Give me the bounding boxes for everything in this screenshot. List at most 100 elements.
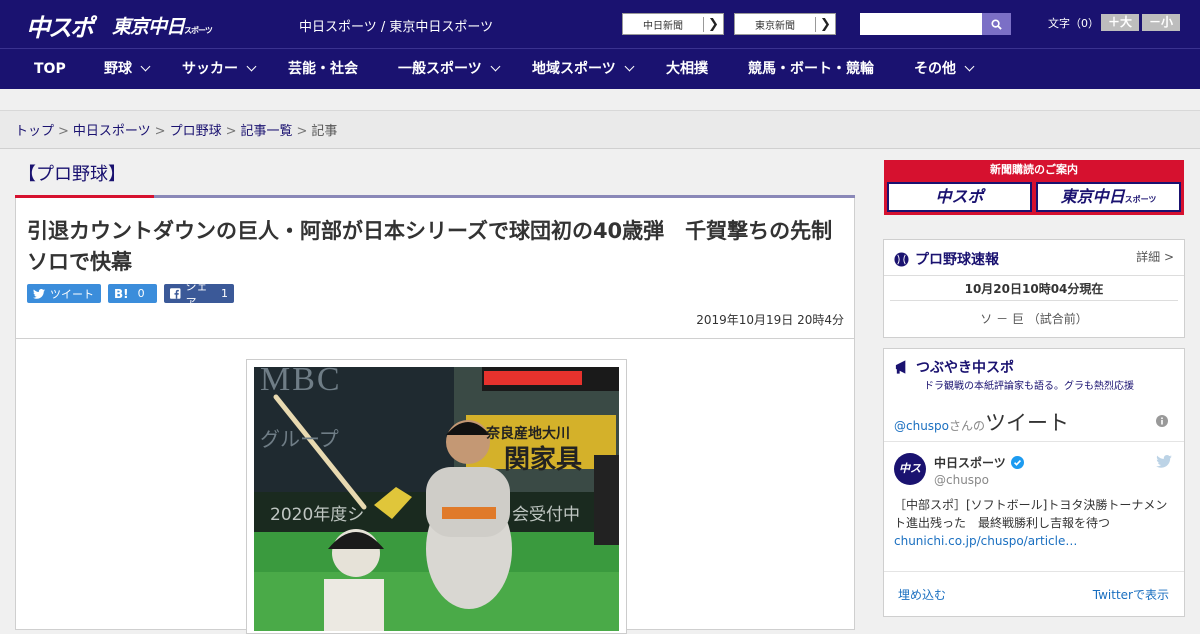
avatar[interactable]: 中スポ [894,453,926,507]
nav-item-regional-sports[interactable]: 地域スポーツ [532,49,635,90]
font-size-label: 文字（0） [1048,17,1099,30]
nav-item-baseball[interactable]: 野球 [104,49,151,90]
photo-sign-text: 会受付中 [512,505,580,525]
hatena-bookmark-button[interactable]: B! 0 [108,284,157,303]
nav-label: TOP [34,61,66,77]
twitter-bird-icon[interactable] [1156,455,1172,468]
nav-item-general-sports[interactable]: 一般スポーツ [398,49,501,90]
nav-label: 野球 [104,61,132,77]
breadcrumb-separator: > [154,124,166,139]
breadcrumb-separator: > [296,124,308,139]
breadcrumb-current: 記事 [311,124,338,139]
breadcrumb-pro-baseball[interactable]: プロ野球 [170,124,222,139]
view-on-twitter-link[interactable]: Twitterで表示 [1093,586,1169,603]
verified-badge-icon [1010,456,1024,469]
tweets-title: つぶやき中スポ [916,360,1014,376]
search-button[interactable] [982,13,1011,35]
facebook-share-button[interactable]: シェア 1 [164,280,234,309]
breadcrumb-top[interactable]: トップ [15,124,54,139]
font-larger-button[interactable]: ＋大 [1101,14,1139,31]
hatena-icon: B! [114,286,129,301]
search-box [860,13,1011,35]
tweets-header: つぶやき中スポ [894,357,1014,377]
nav-label: 芸能・社会 [288,61,358,77]
subscribe-chuspo-button[interactable]: 中スポ [887,182,1032,212]
timeline-handle[interactable]: @chuspo [894,419,949,433]
nav-label: 競馬・ボート・競輪 [748,61,874,77]
facebook-icon [170,288,181,299]
article-card: 引退カウントダウンの巨人・阿部が日本シリーズで球団初の40歳弾 千賀撃ちの先制ソ… [15,198,855,634]
subscribe-tokyo-label: 東京中日 [1060,187,1125,206]
font-smaller-button[interactable]: －小 [1142,14,1180,31]
chunichi-shimbun-link[interactable]: 中日新聞 ❯ [622,13,724,35]
tweet-link[interactable]: chunichi.co.jp/chuspo/article… [894,534,1077,548]
baseball-scores-title: プロ野球速報 [915,252,999,268]
tweet-author-name: 中日スポーツ [934,456,1006,470]
logo-tokyo-text: 東京中日 [112,16,185,38]
panel-divider [884,275,1184,276]
ad-band [0,89,1200,111]
article-divider [16,338,854,339]
tweet-author[interactable]: 中日スポーツ [934,454,1024,471]
nav-item-other[interactable]: その他 [914,49,975,90]
article-category: 【プロ野球】 [18,164,126,185]
batter-photo-illustration [254,367,619,631]
breadcrumb-chunichi-sports[interactable]: 中日スポーツ [73,124,151,139]
tweets-subtitle: ドラ観戦の本紙評論家も語る。グラも熱烈応援 [924,381,1134,392]
chevron-down-icon [964,61,975,72]
panel-divider [884,441,1184,442]
nav-label: 一般スポーツ [398,61,482,77]
baseball-scores-header: プロ野球速報 [894,249,999,269]
chevron-down-icon [140,61,151,72]
breadcrumb-article-list[interactable]: 記事一覧 [241,124,293,139]
nav-item-entertainment[interactable]: 芸能・社会 [288,49,358,90]
photo-sign-text: グループ [260,427,339,451]
baseball-scores-panel: プロ野球速報 詳細 > 10月20日10時04分現在 ソ － 巨 （試合前） [883,239,1185,338]
info-icon[interactable] [1156,415,1168,427]
logo-chuspo[interactable]: 中スポ [26,8,94,43]
timeline-handle-suffix: さんの [949,419,986,433]
baseball-update-time: 10月20日10時04分現在 [964,282,1104,296]
baseball-detail-link[interactable]: 詳細 > [1136,248,1174,265]
site-header: 中スポ 東京中日スポーツ 中日スポーツ / 東京中日スポーツ 中日新聞 ❯ 東京… [0,0,1200,48]
search-input[interactable] [860,13,982,35]
panel-divider [890,300,1178,301]
tweet-author-handle[interactable]: @chuspo [934,473,989,487]
photo-image: MBC グループ 2020年度シ 会受付中 奈良産地大川 関家具 [254,367,619,631]
subscription-title: 新聞購読のご案内 [990,163,1078,176]
chevron-down-icon [246,61,257,72]
nav-label: その他 [914,61,956,77]
breadcrumb-separator: > [225,124,237,139]
chevron-right-icon: ❯ [815,16,835,32]
nav-label: 大相撲 [666,61,708,77]
chevron-right-icon: ❯ [703,16,723,32]
tokyo-shimbun-label: 東京新聞 [755,20,795,32]
facebook-share-count: 1 [221,287,228,300]
tweet-button[interactable]: ツイート [27,284,101,303]
article-photo[interactable]: MBC グループ 2020年度シ 会受付中 奈良産地大川 関家具 [246,359,627,634]
embed-link[interactable]: 埋め込む [898,586,946,603]
subscribe-tokyo-chunichi-button[interactable]: 東京中日スポーツ [1036,182,1181,212]
logo-tokyo-chunichi[interactable]: 東京中日スポーツ [112,12,213,39]
chevron-down-icon [490,61,501,72]
nav-item-soccer[interactable]: サッカー [182,49,257,90]
panel-divider [884,571,1184,572]
main-nav: TOP 野球 サッカー 芸能・社会 一般スポーツ 地域スポーツ 大相撲 競馬・ボ… [0,48,1200,89]
nav-item-top[interactable]: TOP [34,49,66,90]
baseball-game-row[interactable]: ソ － 巨 （試合前） [884,310,1184,327]
baseball-icon [894,251,909,267]
facebook-share-label: シェア [185,279,208,309]
subscription-banner[interactable]: 新聞購読のご案内 中スポ 東京中日スポーツ [884,160,1184,215]
tokyo-shimbun-link[interactable]: 東京新聞 ❯ [734,13,836,35]
nav-item-racing[interactable]: 競馬・ボート・競輪 [748,49,874,90]
site-name: 中日スポーツ / 東京中日スポーツ [299,20,494,35]
search-icon [991,18,1002,30]
twitter-bird-icon [33,288,45,299]
timeline-header: @chuspo さんの ツイート [894,407,1069,437]
tweet-label: ツイート [50,287,94,301]
megaphone-icon [895,360,906,374]
nav-item-sumo[interactable]: 大相撲 [666,49,708,90]
article-headline: 引退カウントダウンの巨人・阿部が日本シリーズで球団初の40歳弾 千賀撃ちの先制ソ… [27,219,833,274]
chunichi-shimbun-label: 中日新聞 [643,20,683,32]
chevron-down-icon [624,61,635,72]
